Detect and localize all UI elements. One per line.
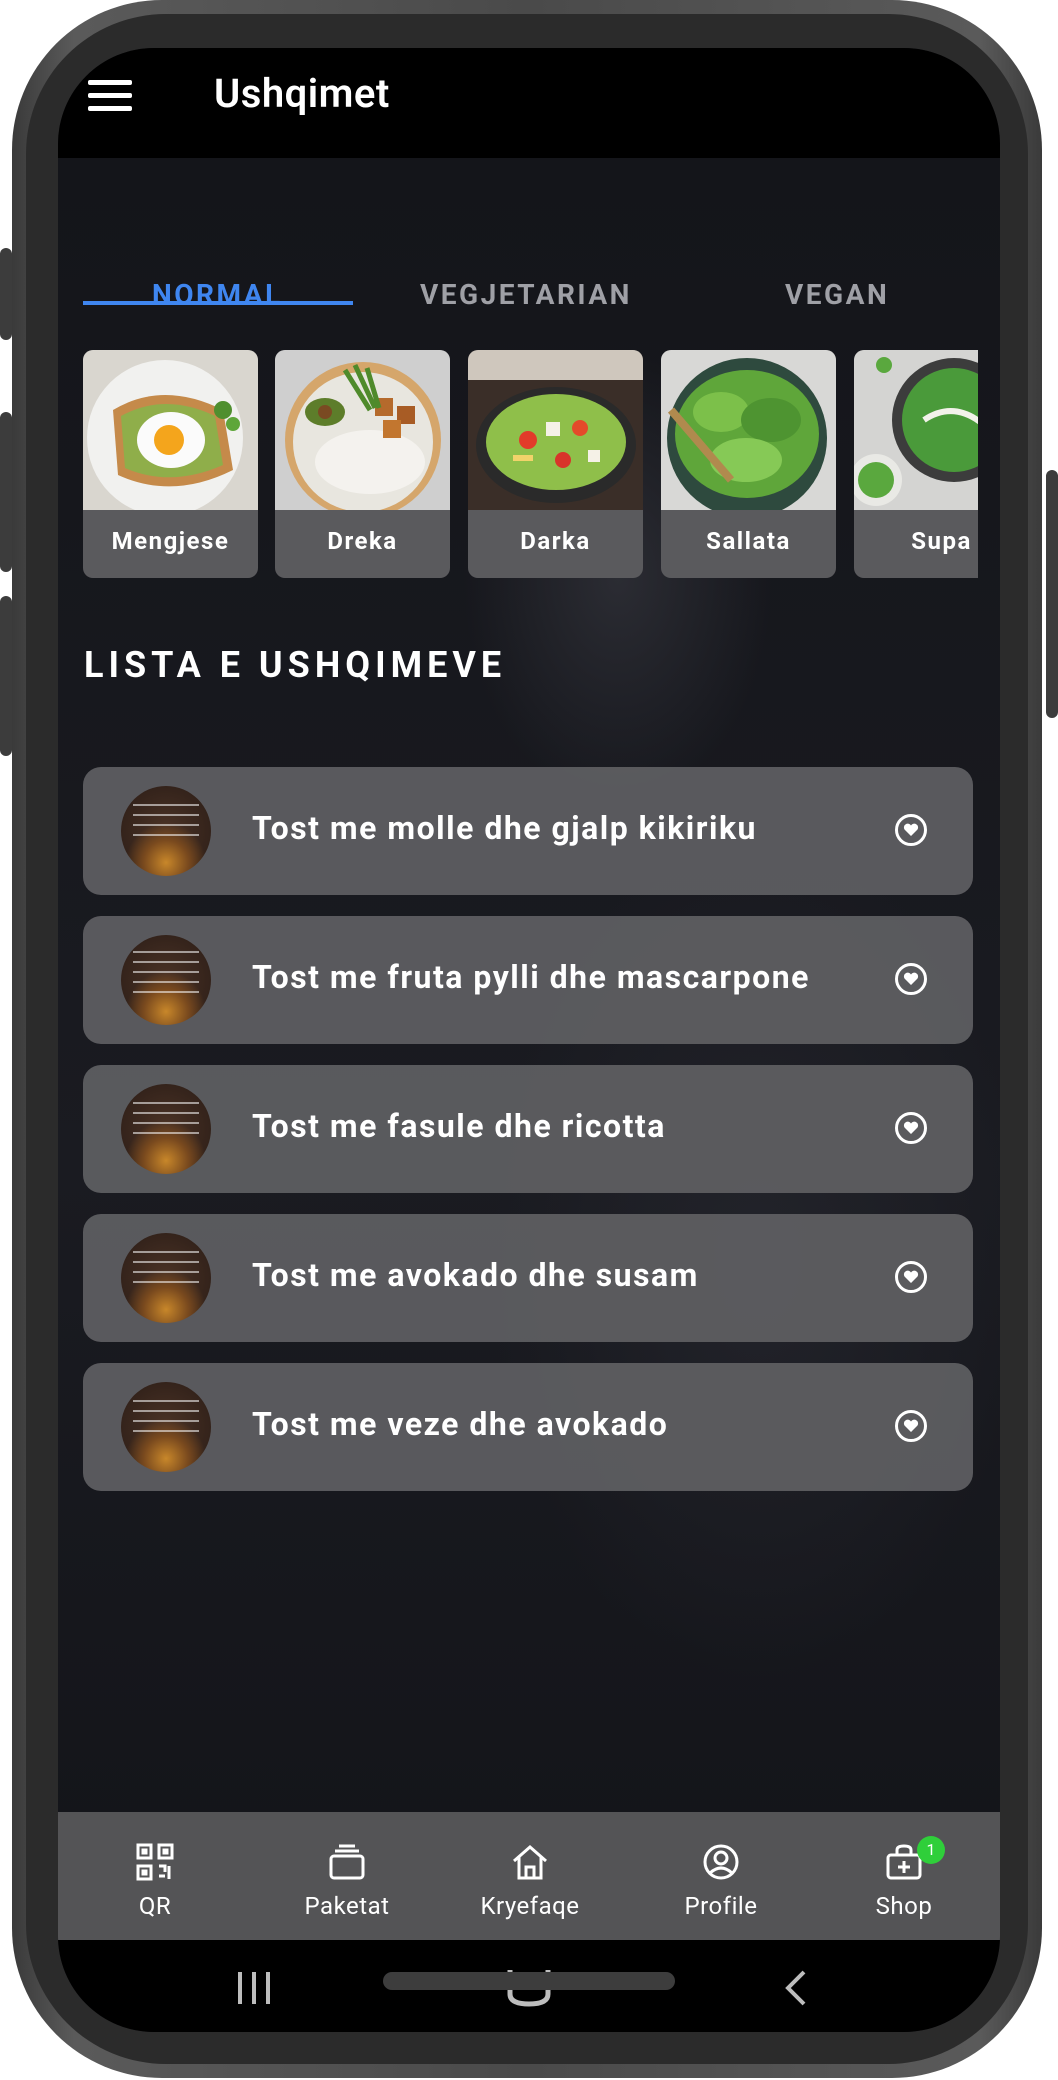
nav-item-paketat[interactable]: Paketat xyxy=(272,1812,422,1940)
tab-normal[interactable]: NORMAL xyxy=(152,278,283,311)
qr-code-icon xyxy=(135,1842,175,1882)
category-label: Mengjese xyxy=(111,527,230,555)
nav-item-profile[interactable]: Profile xyxy=(646,1812,796,1940)
page-title: Ushqimet xyxy=(214,70,390,117)
food-list-item[interactable]: Tost me molle dhe gjalp kikiriku xyxy=(83,767,973,895)
food-list-item[interactable]: Tost me fruta pylli dhe mascarpone xyxy=(83,916,973,1044)
volume-down-button xyxy=(0,596,12,756)
tab-bar: NORMAL VEGJETARIAN VEGAN xyxy=(58,158,1000,354)
food-list-item[interactable]: Tost me avokado dhe susam xyxy=(83,1214,973,1342)
breakfast-image xyxy=(83,350,258,516)
section-title: LISTA E USHQIMEVE xyxy=(84,644,507,686)
category-carousel: Mengjese Dreka Darka Sallata Supa xyxy=(83,350,978,580)
packages-icon xyxy=(327,1842,367,1882)
food-list-item[interactable]: Tost me fasule dhe ricotta xyxy=(83,1065,973,1193)
food-name: Tost me fruta pylli dhe mascarpone xyxy=(252,958,810,996)
nav-label: QR xyxy=(138,1892,172,1920)
cart-count-badge: 1 xyxy=(917,1836,945,1864)
favorite-heart-icon[interactable] xyxy=(895,1410,927,1442)
soup-image xyxy=(854,350,978,510)
favorite-heart-icon[interactable] xyxy=(895,963,927,995)
bottom-navigation: QR Paketat Kryefaqe Profile 1 Shop xyxy=(58,1812,1000,1940)
category-card-sallata[interactable]: Sallata xyxy=(661,350,836,578)
food-name: Tost me fasule dhe ricotta xyxy=(252,1107,666,1145)
nav-label: Paketat xyxy=(304,1892,390,1920)
category-card-dreka[interactable]: Dreka xyxy=(275,350,450,578)
back-icon[interactable] xyxy=(776,1968,816,2008)
app-screen: Ushqimet NORMAL VEGJETARIAN VEGAN Mengje xyxy=(58,48,1000,2032)
food-list-item[interactable]: Tost me veze dhe avokado xyxy=(83,1363,973,1491)
food-thumbnail xyxy=(121,1084,211,1174)
favorite-heart-icon[interactable] xyxy=(895,1261,927,1293)
favorite-heart-icon[interactable] xyxy=(895,1112,927,1144)
category-card-darka[interactable]: Darka xyxy=(468,350,643,578)
salad-image xyxy=(661,350,836,518)
active-tab-indicator xyxy=(83,301,353,305)
hamburger-menu-icon[interactable] xyxy=(88,80,132,112)
app-bar: Ushqimet xyxy=(58,48,1000,158)
category-card-mengjese[interactable]: Mengjese xyxy=(83,350,258,578)
nav-item-kryefaqe[interactable]: Kryefaqe xyxy=(455,1812,605,1940)
category-label: Dreka xyxy=(327,527,398,555)
food-thumbnail xyxy=(121,1382,211,1472)
nav-item-qr[interactable]: QR xyxy=(80,1812,230,1940)
food-thumbnail xyxy=(121,935,211,1025)
category-card-supa[interactable]: Supa xyxy=(854,350,978,578)
gesture-pill xyxy=(383,1972,675,1990)
home-icon xyxy=(510,1842,550,1882)
category-label: Supa xyxy=(911,527,972,555)
food-name: Tost me molle dhe gjalp kikiriku xyxy=(252,809,757,847)
category-label: Sallata xyxy=(706,527,791,555)
nav-label: Shop xyxy=(875,1892,933,1920)
nav-item-shop[interactable]: 1 Shop xyxy=(829,1812,979,1940)
lunch-image xyxy=(275,350,450,518)
food-name: Tost me veze dhe avokado xyxy=(252,1405,669,1443)
dinner-image xyxy=(468,350,643,510)
power-button xyxy=(1046,470,1058,718)
recent-apps-icon[interactable] xyxy=(234,1968,274,2008)
food-thumbnail xyxy=(121,786,211,876)
favorite-heart-icon[interactable] xyxy=(895,814,927,846)
profile-icon xyxy=(701,1842,741,1882)
side-button xyxy=(0,248,12,340)
food-thumbnail xyxy=(121,1233,211,1323)
volume-up-button xyxy=(0,412,12,572)
food-name: Tost me avokado dhe susam xyxy=(252,1256,699,1294)
nav-label: Kryefaqe xyxy=(480,1892,580,1920)
tab-vegan[interactable]: VEGAN xyxy=(785,278,889,311)
nav-label: Profile xyxy=(684,1892,758,1920)
tab-vegjetarian[interactable]: VEGJETARIAN xyxy=(420,278,632,311)
category-label: Darka xyxy=(520,527,591,555)
